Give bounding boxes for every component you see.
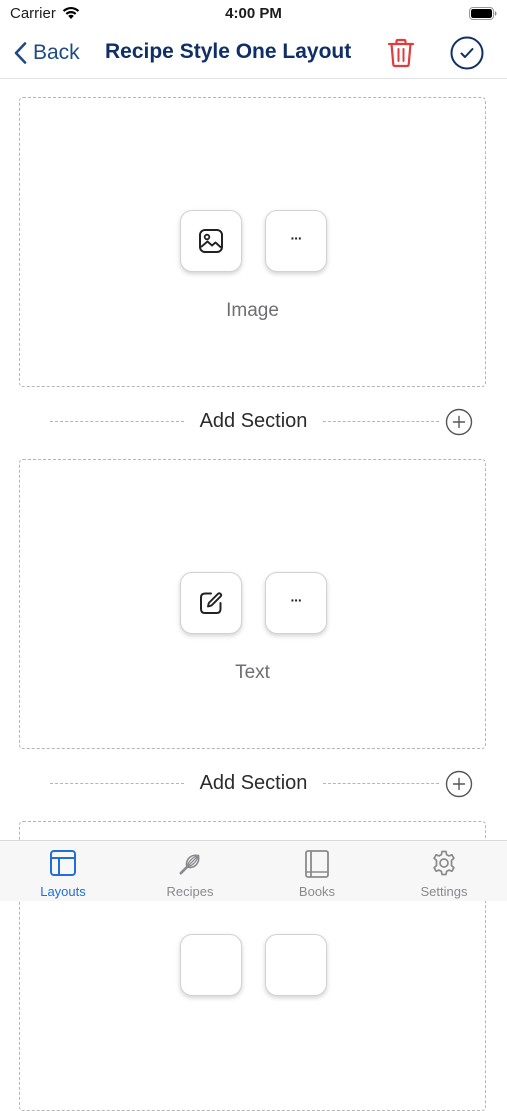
navigation-bar: Back Recipe Style One Layout <box>0 28 507 79</box>
back-button[interactable]: Back <box>14 38 80 68</box>
trash-icon <box>387 38 415 68</box>
done-button[interactable] <box>450 36 484 70</box>
page-title: Recipe Style One Layout <box>105 40 352 63</box>
clock: 4:00 PM <box>225 5 282 22</box>
divider <box>323 421 439 422</box>
ellipsis-icon: ··· <box>290 230 303 246</box>
whisk-icon <box>179 854 200 875</box>
add-section-row: Add Section <box>0 407 507 437</box>
tab-label: Recipes <box>166 884 214 899</box>
checkmark-circle-icon <box>450 36 484 70</box>
tab-label: Settings <box>420 884 468 899</box>
section-label: Text <box>235 662 270 683</box>
text-section: ··· Text <box>19 459 486 749</box>
tab-bar: Layouts Recipes Books Settings <box>0 840 507 901</box>
tab-label: Layouts <box>40 884 86 899</box>
delete-button[interactable] <box>386 37 416 69</box>
tab-layouts[interactable]: Layouts <box>0 841 126 901</box>
image-icon <box>199 229 223 253</box>
layout-icon <box>50 850 76 876</box>
add-image-button[interactable] <box>180 210 242 272</box>
image-more-button[interactable]: ··· <box>265 210 327 272</box>
text-more-button[interactable]: ··· <box>265 572 327 634</box>
chevron-left-icon <box>14 42 27 64</box>
section-more-button[interactable] <box>265 934 327 996</box>
section-tool-button[interactable] <box>180 934 242 996</box>
edit-icon <box>200 592 223 614</box>
ellipsis-icon: ··· <box>290 592 303 608</box>
gear-icon <box>433 850 455 876</box>
edit-text-button[interactable] <box>180 572 242 634</box>
battery-icon <box>469 7 497 20</box>
tab-settings[interactable]: Settings <box>381 841 507 901</box>
plus-circle-icon[interactable] <box>445 408 473 436</box>
section-label: Image <box>226 300 279 321</box>
back-label: Back <box>33 41 80 64</box>
tab-label: Books <box>298 884 336 899</box>
tab-books[interactable]: Books <box>254 841 380 901</box>
status-bar: Carrier 4:00 PM <box>0 0 507 28</box>
book-icon <box>305 850 329 878</box>
plus-circle-icon[interactable] <box>445 770 473 798</box>
divider <box>323 783 439 784</box>
add-section-row: Add Section <box>0 769 507 799</box>
tab-recipes[interactable]: Recipes <box>127 841 253 901</box>
image-section: ··· Image <box>19 97 486 387</box>
